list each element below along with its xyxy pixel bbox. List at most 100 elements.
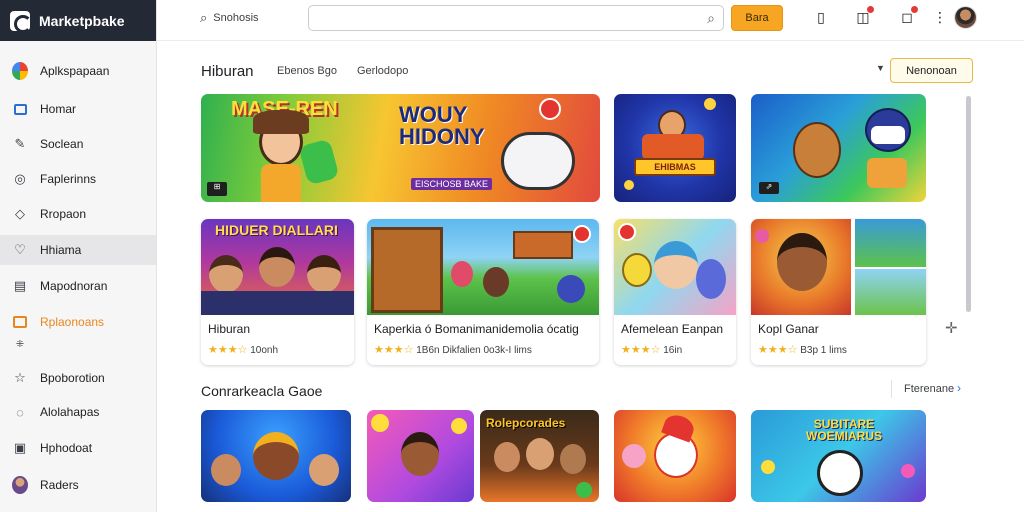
scrollbar-thumb[interactable] <box>966 96 971 312</box>
card-meta-text: 1B6n Dikfalien 0o3k-I lims <box>416 345 532 356</box>
game-tile[interactable] <box>614 410 736 502</box>
home-icon <box>12 101 28 117</box>
sidebar-item-label: Mapodnoran <box>40 279 108 293</box>
treasure-chest <box>642 134 704 160</box>
sidebar-item-profile[interactable]: Raders <box>0 470 156 500</box>
sidebar-item-promotion[interactable]: ☆ Bpoborotion <box>0 363 156 393</box>
character <box>309 454 339 486</box>
card-title: Kaperkia ó Bomanimanidemolia ócatig <box>374 322 579 336</box>
app-card[interactable]: Kopl Ganar ★★★☆ B3p 1 lims <box>751 219 926 365</box>
rating-stars: ★★★☆ <box>758 344 798 356</box>
sidebar-item-gift[interactable]: ▣ Hphodoat <box>0 433 156 463</box>
search-icon[interactable]: ⌕ <box>707 10 715 27</box>
folder-icon <box>12 314 28 330</box>
character-face <box>777 233 827 291</box>
sidebar-item-label: Raders <box>40 478 79 492</box>
chevron-down-icon[interactable]: ▼ <box>876 63 885 73</box>
location-icon: ◌ <box>16 404 24 420</box>
character-clown <box>654 432 698 478</box>
card-artwork <box>751 219 926 315</box>
message-badge <box>910 5 919 14</box>
game-tile[interactable]: SUBITARE WOEMIARUS <box>751 410 926 502</box>
divider <box>891 380 892 398</box>
sidebar-item-label: Alolahapas <box>40 405 100 419</box>
gift-icon: ▣ <box>13 440 27 455</box>
top-bar: ⌕ Snohosis ⌕ Bara ▯ ◫ ◻ ⋮ <box>157 0 1024 41</box>
rating-stars: ★★★☆ <box>374 344 414 356</box>
sidebar-item-hiburan[interactable]: ♡ Hhiama <box>0 235 156 265</box>
sidebar-item-label: Aplkspapaan <box>40 64 110 78</box>
chevron-right-icon[interactable]: › <box>957 381 961 395</box>
sidebar-item-apps[interactable]: Aplkspapaan <box>0 56 156 86</box>
search-button[interactable]: ⌕ Snohosis <box>200 6 312 30</box>
star-icon: ☆ <box>14 370 26 385</box>
document-icon: ▤ <box>13 278 27 293</box>
sidebar-item-label: Homar <box>40 102 77 116</box>
page-title: Hiburan <box>201 63 254 80</box>
sort-dropdown[interactable]: Nenonoan <box>890 58 973 83</box>
featured-banner-3[interactable]: ⇗ <box>751 94 926 202</box>
action-button[interactable]: Bara <box>731 5 783 31</box>
featured-banner-2[interactable]: EHIBMAS <box>614 94 736 202</box>
character <box>560 444 586 474</box>
coin <box>761 460 775 474</box>
character <box>557 275 585 303</box>
card-meta-text: 16in <box>663 345 683 356</box>
character-face <box>307 255 341 293</box>
card-meta-text: 10onh <box>250 345 279 356</box>
record-button-icon <box>539 98 561 120</box>
character-body <box>867 158 907 188</box>
sidebar-item-label: Faplerinns <box>40 172 97 186</box>
user-avatar-icon <box>12 476 28 494</box>
character-face <box>209 255 243 293</box>
game-tile[interactable] <box>367 410 474 502</box>
card-meta: ★★★☆ 1B6n Dikfalien 0o3k-I lims <box>374 343 532 356</box>
artwork-label: HIDUER DIALLARI <box>215 222 338 238</box>
sidebar-expand[interactable]: ⁜ <box>0 332 156 356</box>
brand-logo-icon <box>10 10 32 33</box>
house-structure <box>371 227 443 313</box>
character-face <box>401 432 439 476</box>
card-meta: ★★★☆ 16in <box>621 343 682 356</box>
artwork-thumb-bottom <box>855 269 926 315</box>
app-card[interactable]: Afemelean Eanpan ★★★☆ 16in <box>614 219 736 365</box>
app-card[interactable]: Kaperkia ó Bomanimanidemolia ócatig ★★★☆… <box>367 219 599 365</box>
rating-stars: ★★★☆ <box>621 344 661 356</box>
character <box>622 444 646 468</box>
sidebar-item-tags[interactable]: ◇ Rropaon <box>0 199 156 229</box>
notification-icon[interactable]: ◫ <box>854 5 875 26</box>
message-icon[interactable]: ◻ <box>898 5 919 26</box>
expand-icon[interactable]: ✛ <box>945 319 958 337</box>
character-bodies <box>201 291 354 315</box>
card-meta: ★★★☆ 10onh <box>208 343 278 356</box>
character-panda <box>817 450 863 496</box>
brand-bar[interactable]: Marketpbake <box>0 0 156 41</box>
rating-stars: ★★★☆ <box>208 344 248 356</box>
app-window: Marketpbake Aplkspapaan Homar ✎ Soclean … <box>0 0 1024 512</box>
search-input[interactable]: ⌕ <box>308 5 724 31</box>
game-tile[interactable] <box>201 410 351 502</box>
sidebar-item-location[interactable]: ◌ Alolahapas <box>0 397 156 427</box>
more-icon[interactable]: ⋮ <box>931 8 949 26</box>
artwork-label: Rolepcorades <box>486 416 566 430</box>
breadcrumb-item[interactable]: Ebenos Bgo <box>277 65 337 77</box>
avatar[interactable] <box>954 6 977 29</box>
breadcrumb-item[interactable]: Gerlodopo <box>357 65 408 77</box>
phone-icon[interactable]: ▯ <box>812 8 830 26</box>
see-more-link[interactable]: Fterenane <box>904 383 954 395</box>
sticker <box>371 414 389 432</box>
sticker <box>451 418 467 434</box>
sidebar-item-documents[interactable]: ▤ Mapodnoran <box>0 271 156 301</box>
sidebar: Marketpbake Aplkspapaan Homar ✎ Soclean … <box>0 0 157 512</box>
game-tile[interactable]: Rolepcorades <box>480 410 599 502</box>
app-card[interactable]: HIDUER DIALLARI Hiburan ★★★☆ 10onh <box>201 219 354 365</box>
featured-banner-main[interactable]: MASE-REN WOUY HIDONY EISCHOSB BAKE ⊞ <box>201 94 600 202</box>
sidebar-item-explore[interactable]: ◎ Faplerinns <box>0 164 156 194</box>
gamepad-icon <box>696 259 726 299</box>
sidebar-item-home[interactable]: Homar <box>0 94 156 124</box>
play-badge <box>576 482 592 498</box>
card-meta-text: B3p 1 lims <box>800 345 847 356</box>
sidebar-item-soclean[interactable]: ✎ Soclean <box>0 129 156 159</box>
card-artwork <box>367 219 599 315</box>
house-roof <box>513 231 573 259</box>
